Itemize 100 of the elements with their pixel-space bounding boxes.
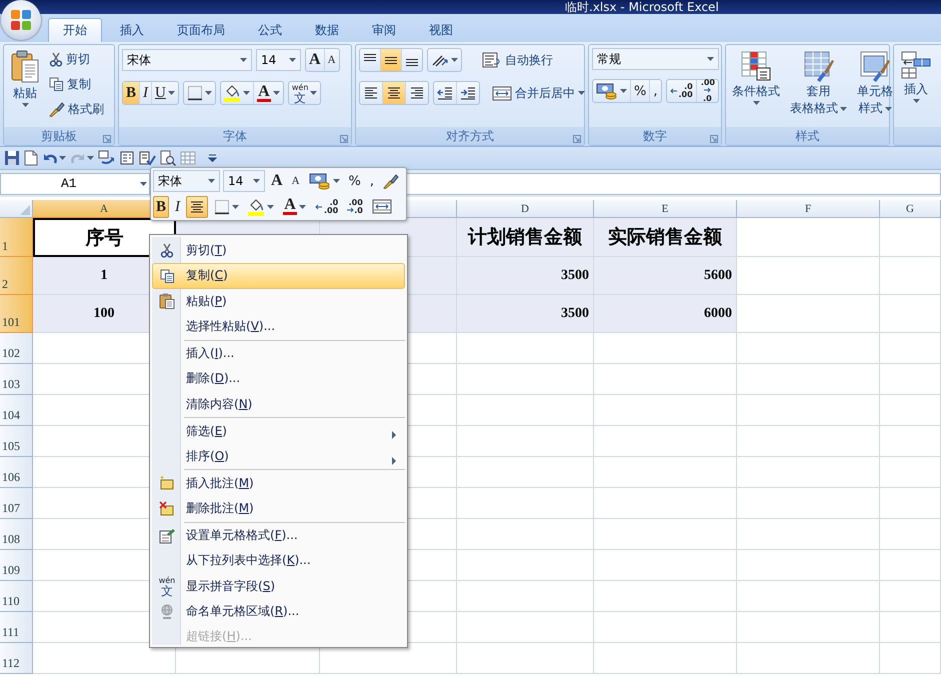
menu-item[interactable]: 设置单元格格式(F)... <box>152 523 405 548</box>
row-header[interactable]: 110 <box>0 581 33 612</box>
shrink-font-button[interactable]: A <box>288 170 303 192</box>
comma-button[interactable]: , <box>366 170 378 192</box>
menu-item[interactable]: 命名单元格区域(R)... <box>152 598 405 624</box>
dialog-launcher-icon <box>710 135 718 143</box>
font-size-field[interactable]: 14 <box>256 49 301 71</box>
align-button[interactable] <box>381 49 402 71</box>
row-header[interactable]: 108 <box>0 519 33 550</box>
toolbar-button[interactable] <box>138 149 156 167</box>
ribbon-tab[interactable]: 视图 <box>414 18 468 42</box>
font-style-button[interactable]: U <box>152 82 178 104</box>
right-arrow-icon <box>347 206 354 213</box>
caret-icon <box>272 91 280 95</box>
menu-item[interactable]: 清除内容(N) <box>152 391 405 417</box>
row-header[interactable]: 1 <box>0 218 33 257</box>
font-style-button[interactable]: B <box>153 196 170 218</box>
phonetic-icon: wén 文 <box>158 576 176 597</box>
row-header[interactable]: 112 <box>0 643 33 674</box>
print-preview-button[interactable] <box>160 149 176 167</box>
form-button[interactable] <box>120 149 134 167</box>
ribbon-tab[interactable]: 审阅 <box>357 18 411 42</box>
new-button[interactable] <box>24 149 38 167</box>
percent-button[interactable]: % <box>631 80 650 102</box>
format-cells-icon <box>159 528 175 544</box>
decrease-decimal-button[interactable]: .00 .0 <box>344 196 366 218</box>
customize-caret-icon <box>208 154 217 162</box>
dialog-launcher-icon <box>340 135 348 143</box>
font-color-button[interactable]: A <box>280 196 310 218</box>
border-icon <box>186 85 203 101</box>
caret-icon <box>267 204 274 209</box>
ribbon-tab[interactable]: 开始 <box>48 18 102 42</box>
row-header[interactable]: 103 <box>0 364 33 395</box>
font-style-button[interactable]: B <box>123 82 140 104</box>
submenu-arrow-icon <box>392 431 396 440</box>
menu-item[interactable]: 删除(D)... <box>152 366 405 392</box>
menu-item[interactable]: 排序(O) <box>152 444 405 470</box>
column-header[interactable]: E <box>594 200 737 218</box>
table-cell <box>880 395 941 426</box>
ribbon-tab[interactable]: 数据 <box>300 18 354 42</box>
row-header[interactable]: 106 <box>0 457 33 488</box>
comma-button[interactable]: , <box>650 80 660 102</box>
caret-icon <box>912 99 920 103</box>
left-arrow-icon <box>670 88 676 94</box>
column-header[interactable]: G <box>880 200 941 218</box>
format-as-table-button[interactable]: 套用 表格格式 <box>787 48 850 127</box>
paste-button[interactable]: 粘贴 <box>7 48 43 127</box>
menu-item[interactable]: 筛选(E) <box>152 418 405 444</box>
caret-icon <box>884 106 892 110</box>
row-header[interactable]: 111 <box>0 612 33 643</box>
row-header[interactable]: 2 <box>0 257 33 295</box>
column-header[interactable]: D <box>457 200 594 218</box>
ribbon-tab[interactable]: 插入 <box>105 18 159 42</box>
format-painter-button[interactable]: 格式刷 <box>47 98 106 120</box>
menu-item[interactable]: 删除批注(M) <box>152 496 405 522</box>
conditional-format-button[interactable]: 条件格式 <box>729 48 783 127</box>
ribbon-tab[interactable]: 页面布局 <box>162 18 240 42</box>
form-icon <box>120 151 134 165</box>
row-header[interactable]: 101 <box>0 295 33 333</box>
row-header[interactable]: 109 <box>0 550 33 581</box>
decrease-decimal-button[interactable]: .00 .0 <box>696 80 718 102</box>
font-style-button[interactable]: I <box>140 82 152 104</box>
wrap-text-button[interactable]: 自动换行 <box>480 49 555 71</box>
toolbar-button[interactable] <box>98 149 116 167</box>
document-check-icon <box>138 150 156 166</box>
menu-item[interactable]: 插入批注(M) <box>152 470 405 496</box>
font-name-field[interactable]: 宋体 <box>153 170 220 192</box>
grow-font-button[interactable]: A <box>306 49 325 71</box>
align-button[interactable] <box>186 196 208 218</box>
number-format-field[interactable]: 常规 <box>592 48 719 70</box>
copy-button[interactable]: 复制 <box>47 73 106 95</box>
row-header[interactable]: 105 <box>0 426 33 457</box>
dialog-launcher-icon <box>103 135 111 143</box>
menu-item[interactable]: 插入(I)... <box>152 340 405 366</box>
increase-decimal-button[interactable]: .0 .00 <box>666 80 697 102</box>
row-header[interactable]: 102 <box>0 333 33 364</box>
grow-font-button[interactable]: A <box>268 170 286 192</box>
office-logo-icon <box>9 8 33 32</box>
increase-decimal-button[interactable]: .0 .00 <box>312 196 342 218</box>
percent-button[interactable]: % <box>346 170 364 192</box>
name-box[interactable]: A1 <box>0 172 150 194</box>
insert-button[interactable]: 插入 <box>897 48 935 127</box>
align-button[interactable] <box>383 82 406 104</box>
menu-item[interactable]: 复制(C) <box>152 263 405 289</box>
shrink-font-button[interactable]: A <box>324 49 339 71</box>
cut-button[interactable]: 剪切 <box>47 48 106 70</box>
ribbon-tab[interactable]: 公式 <box>243 18 297 42</box>
menu-item[interactable]: 从下拉列表中选择(K)... <box>152 548 405 574</box>
table-cell: 计划销售金额 <box>457 218 594 257</box>
phonetic-button[interactable]: wén 文 <box>288 82 320 104</box>
merge-center-button[interactable]: 合并后居中 <box>490 82 587 104</box>
font-name-field[interactable]: 宋体 <box>122 49 252 71</box>
font-size-field[interactable]: 14 <box>223 170 265 192</box>
row-header[interactable]: 104 <box>0 395 33 426</box>
save-button[interactable] <box>4 149 20 167</box>
note-icon <box>159 475 175 492</box>
row-header[interactable]: 107 <box>0 488 33 519</box>
select-all-icon <box>20 205 30 215</box>
caret-icon <box>87 156 94 160</box>
column-header[interactable]: F <box>737 200 880 218</box>
